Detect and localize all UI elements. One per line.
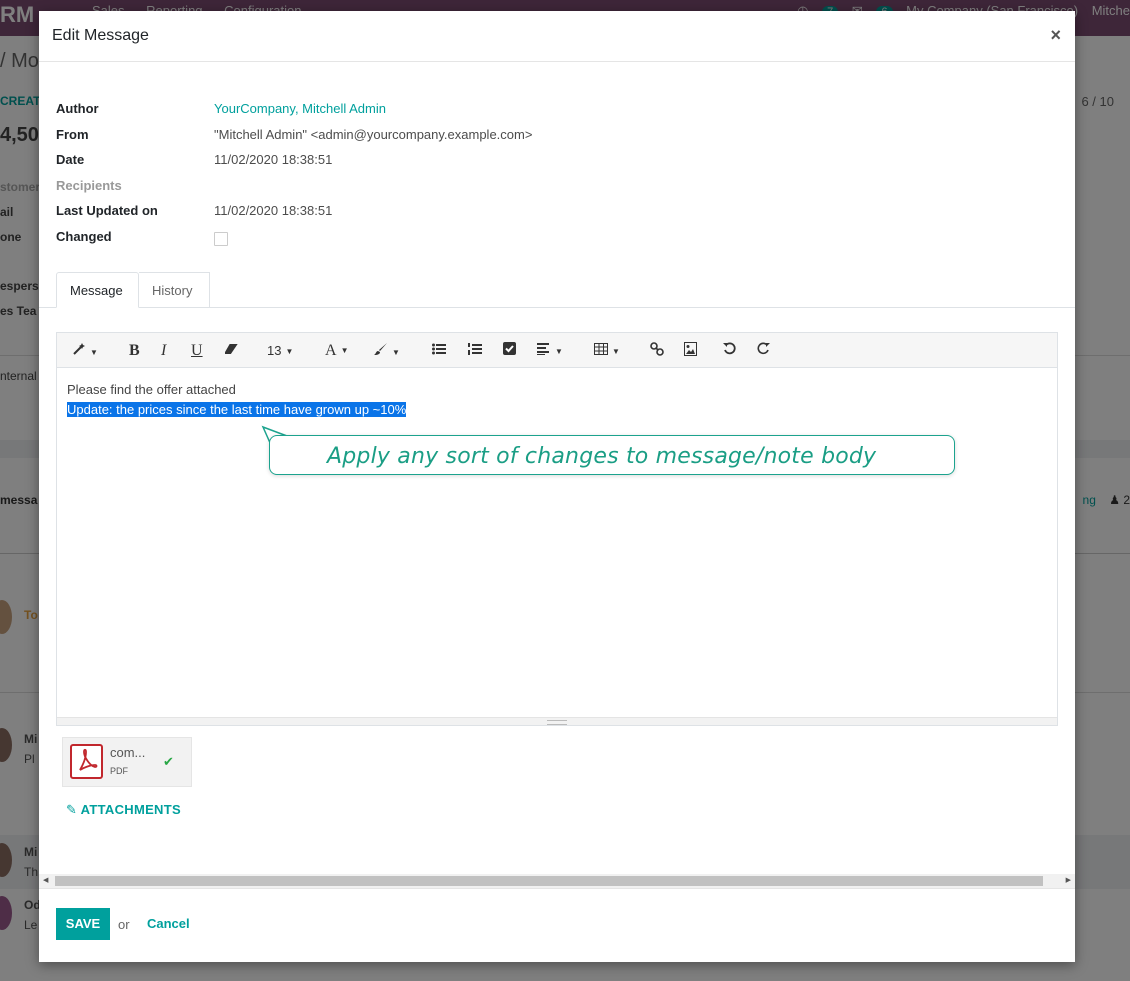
undo-icon[interactable]: [723, 342, 736, 360]
editor-resize-handle[interactable]: [57, 717, 1057, 725]
last-updated-value: 11/02/2020 18:38:51: [214, 203, 333, 218]
scrollbar-thumb[interactable]: [55, 876, 1043, 886]
from-label: From: [56, 126, 89, 142]
changed-label: Changed: [56, 228, 112, 244]
underline-icon[interactable]: U: [191, 342, 203, 360]
close-icon[interactable]: ×: [1050, 25, 1061, 46]
author-value[interactable]: YourCompany, Mitchell Admin: [214, 101, 386, 116]
edit-message-dialog: Edit Message × Author YourCompany, Mitch…: [39, 11, 1075, 962]
notebook-tabs: Message History: [39, 272, 1075, 308]
last-updated-label: Last Updated on: [56, 203, 158, 218]
scroll-left-icon[interactable]: ◀: [43, 876, 48, 884]
editor-toolbar: ▼ B I U 13 ▼ A ▼ ▼ ▼ ▼: [57, 333, 1057, 368]
modal-footer: SAVE or Cancel: [39, 888, 1075, 962]
modal-title: Edit Message: [52, 27, 149, 44]
magic-wand-icon[interactable]: ▼: [72, 342, 98, 360]
recipients-label: Recipients: [56, 177, 122, 193]
attachment-card[interactable]: com... PDF ✔: [62, 737, 192, 787]
selected-text[interactable]: Update: the prices since the last time h…: [67, 402, 407, 417]
brush-icon[interactable]: ▼: [374, 342, 400, 360]
attachment-type: PDF: [110, 766, 128, 776]
from-value: "Mitchell Admin" <admin@yourcompany.exam…: [214, 126, 533, 142]
message-line-2[interactable]: Update: the prices since the last time h…: [67, 400, 407, 420]
tab-message[interactable]: Message: [56, 272, 139, 308]
redo-icon[interactable]: [757, 342, 770, 360]
table-icon[interactable]: ▼: [594, 342, 620, 360]
save-button[interactable]: SAVE: [56, 908, 110, 940]
annotation-callout: Apply any sort of changes to message/not…: [269, 435, 955, 475]
paperclip-icon: ✎: [66, 802, 78, 817]
bullet-list-icon[interactable]: [432, 342, 446, 360]
editor-content[interactable]: Please find the offer attached Update: t…: [67, 380, 407, 420]
date-label: Date: [56, 152, 85, 167]
link-icon[interactable]: [650, 342, 664, 360]
font-size-dropdown[interactable]: 13 ▼: [267, 342, 293, 360]
or-text: or: [118, 917, 130, 932]
align-icon[interactable]: ▼: [537, 342, 563, 360]
numbered-list-icon[interactable]: [468, 342, 482, 360]
tab-history[interactable]: History: [139, 272, 210, 308]
check-icon: ✔: [163, 754, 174, 769]
bold-icon[interactable]: B: [129, 342, 140, 360]
horizontal-scrollbar[interactable]: ◀ ▶: [39, 874, 1075, 888]
font-color-letter: A: [325, 342, 337, 359]
font-color-icon[interactable]: A ▼: [325, 342, 348, 360]
modal-header: Edit Message ×: [39, 11, 1075, 62]
italic-icon[interactable]: I: [161, 342, 166, 360]
date-value: 11/02/2020 18:38:51: [214, 152, 333, 167]
changed-checkbox[interactable]: [214, 231, 228, 246]
cancel-link[interactable]: Cancel: [147, 916, 190, 931]
html-editor: ▼ B I U 13 ▼ A ▼ ▼ ▼ ▼ Please find the o…: [56, 332, 1058, 726]
scroll-right-icon[interactable]: ▶: [1066, 876, 1071, 884]
attachment-name: com...: [110, 745, 146, 760]
image-icon[interactable]: [684, 342, 697, 360]
pdf-icon: [70, 744, 103, 779]
attachments-label: ATTACHMENTS: [80, 802, 181, 817]
font-size-value: 13: [267, 343, 282, 358]
callout-text: Apply any sort of changes to message/not…: [327, 444, 877, 469]
author-label: Author: [56, 101, 99, 116]
checklist-icon[interactable]: [503, 342, 516, 360]
eraser-icon[interactable]: [223, 342, 239, 360]
attachments-button[interactable]: ✎ ATTACHMENTS: [66, 802, 181, 818]
message-line-1[interactable]: Please find the offer attached: [67, 380, 406, 400]
